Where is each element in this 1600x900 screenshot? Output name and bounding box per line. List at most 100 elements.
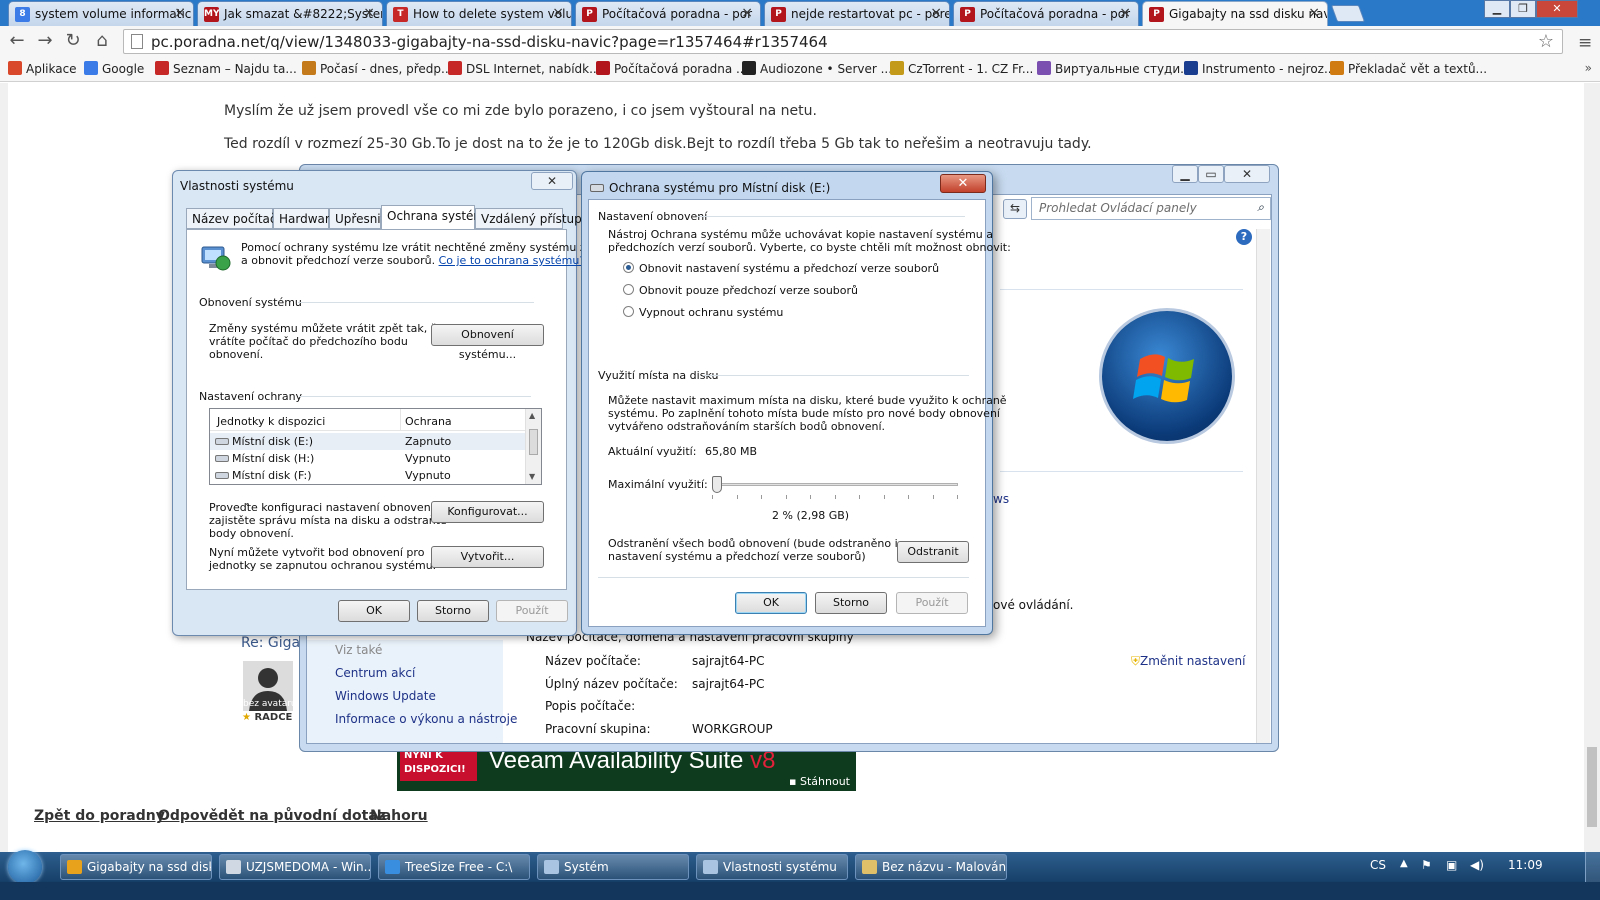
- volume-icon[interactable]: ◀): [1470, 858, 1484, 872]
- close-icon[interactable]: ×: [741, 5, 753, 21]
- help-link[interactable]: Co je to ochrana systému?: [439, 254, 586, 267]
- performance-link[interactable]: Informace o výkonu a nástroje: [335, 712, 517, 726]
- maximize-icon[interactable]: ❐: [1510, 0, 1536, 18]
- bookmark-star-icon[interactable]: ☆: [1538, 31, 1554, 52]
- scroll-thumb[interactable]: [1587, 747, 1597, 827]
- scroll-down-icon[interactable]: ▼: [529, 472, 535, 481]
- network-icon[interactable]: ▣: [1446, 858, 1457, 872]
- flag-icon[interactable]: ⚑: [1421, 858, 1432, 872]
- address-bar[interactable]: pc.poradna.net/q/view/1348033-gigabajty-…: [123, 29, 1563, 54]
- taskbar-item[interactable]: UZJSMEDOMA - Win...: [219, 854, 371, 880]
- browser-tab[interactable]: P Počítačová poradna - por ×: [575, 1, 761, 26]
- radio-label[interactable]: Obnovit nastavení systému a předchozí ve…: [639, 262, 939, 275]
- cancel-button[interactable]: Storno: [815, 592, 887, 614]
- ok-button[interactable]: OK: [735, 592, 807, 614]
- radio-label[interactable]: Obnovit pouze předchozí verze souborů: [639, 284, 858, 297]
- show-desktop-button[interactable]: [1585, 852, 1600, 882]
- start-button[interactable]: [8, 850, 42, 884]
- close-icon[interactable]: ×: [363, 5, 375, 21]
- clock[interactable]: 11:09: [1508, 858, 1543, 872]
- new-tab-button[interactable]: [1330, 5, 1366, 22]
- cp-link-fragment[interactable]: ws: [993, 492, 1009, 506]
- ad-download-link[interactable]: ▪ Stáhnout: [789, 775, 850, 788]
- create-button[interactable]: Vytvořit...: [431, 546, 544, 568]
- bookmark-item[interactable]: DSL Internet, nabídk...: [448, 61, 601, 76]
- radio-label[interactable]: Vypnout ochranu systému: [639, 306, 783, 319]
- search-input[interactable]: Prohledat Ovládací panely ⌕: [1031, 197, 1271, 220]
- ok-button[interactable]: OK: [338, 600, 410, 622]
- max-usage-slider[interactable]: [712, 483, 958, 486]
- help-icon[interactable]: ?: [1236, 229, 1252, 245]
- list-scrollbar[interactable]: ▲ ▼: [525, 409, 541, 484]
- forward-icon[interactable]: →: [34, 31, 56, 51]
- home-icon[interactable]: ⌂: [91, 31, 113, 51]
- top-link[interactable]: Nahoru: [370, 808, 428, 824]
- close-icon[interactable]: ✕: [531, 172, 573, 190]
- column-header[interactable]: Jednotky k dispozici: [217, 415, 325, 428]
- taskbar-item[interactable]: Vlastnosti systému: [696, 854, 848, 880]
- bookmark-item[interactable]: Překladač vět a textů...: [1330, 61, 1487, 76]
- browser-tab[interactable]: Pnejde restartovat pc - pore ×: [764, 1, 950, 26]
- minimize-icon[interactable]: ▁: [1172, 165, 1198, 183]
- windows-update-link[interactable]: Windows Update: [335, 689, 436, 703]
- close-icon[interactable]: ×: [930, 5, 942, 21]
- slider-thumb[interactable]: [712, 476, 722, 493]
- cancel-button[interactable]: Storno: [417, 600, 489, 622]
- scroll-thumb[interactable]: [529, 429, 538, 455]
- close-icon[interactable]: ×: [174, 5, 186, 21]
- reply-original-link[interactable]: Odpovědět na původní dotaz: [158, 808, 386, 824]
- close-icon[interactable]: ×: [1119, 5, 1131, 21]
- bookmark-item[interactable]: Audiozone • Server ...: [742, 61, 892, 76]
- taskbar-item[interactable]: Gigabajty na ssd disk...: [60, 854, 212, 880]
- bookmark-item[interactable]: Google: [84, 61, 144, 76]
- radio-restore-all[interactable]: [623, 262, 634, 273]
- change-settings-link[interactable]: ⛨Změnit nastavení: [1131, 654, 1245, 669]
- scroll-up-icon[interactable]: ▲: [529, 411, 535, 420]
- maximize-icon[interactable]: ▭: [1198, 165, 1224, 183]
- back-link[interactable]: Zpět do poradny: [34, 808, 165, 824]
- bookmark-item[interactable]: CzTorrent - 1. CZ Fr...: [890, 61, 1033, 76]
- browser-tab[interactable]: T How to delete system volu ×: [386, 1, 572, 26]
- bookmark-item[interactable]: Instrumento - nejroz...: [1184, 61, 1335, 76]
- bookmark-item[interactable]: Виртуальные студи...: [1037, 61, 1192, 76]
- taskbar-item[interactable]: Bez názvu - Malování: [855, 854, 1007, 880]
- drives-list[interactable]: Jednotky k dispozici Ochrana Místní disk…: [209, 408, 542, 485]
- close-icon[interactable]: ✕: [1224, 165, 1270, 183]
- tab-computer-name[interactable]: Název počítače: [186, 208, 284, 229]
- radio-turn-off[interactable]: [623, 306, 634, 317]
- menu-icon[interactable]: ≡: [1578, 33, 1592, 53]
- list-item[interactable]: Místní disk (F:) Vypnuto: [210, 467, 526, 484]
- more-bookmarks-icon[interactable]: »: [1585, 61, 1592, 75]
- radio-restore-files[interactable]: [623, 284, 634, 295]
- language-indicator[interactable]: CS: [1370, 858, 1386, 872]
- bookmark-item[interactable]: Aplikace: [8, 61, 77, 76]
- close-icon[interactable]: ✕: [940, 174, 986, 193]
- back-icon[interactable]: ←: [6, 31, 28, 51]
- browser-tab[interactable]: P Počítačová poradna - por ×: [953, 1, 1139, 26]
- page-scrollbar[interactable]: [1584, 83, 1600, 852]
- tray-expand-icon[interactable]: ▲: [1400, 858, 1408, 869]
- column-header[interactable]: Ochrana: [405, 415, 452, 428]
- configure-button[interactable]: Konfigurovat...: [431, 501, 544, 523]
- browser-tab-active[interactable]: P Gigabajty na ssd disku nav ×: [1142, 1, 1328, 27]
- list-item[interactable]: Místní disk (E:) Zapnuto: [210, 433, 526, 450]
- tab-advanced[interactable]: Upřesnit: [329, 208, 385, 229]
- cp-scrollbar[interactable]: [1256, 229, 1270, 743]
- close-icon[interactable]: ×: [1308, 5, 1320, 21]
- tab-remote[interactable]: Vzdálený přístup: [475, 208, 582, 229]
- delete-button[interactable]: Odstranit: [897, 541, 969, 563]
- taskbar-item[interactable]: TreeSize Free - C:\: [378, 854, 530, 880]
- refresh-icon[interactable]: ⇆: [1003, 199, 1027, 219]
- action-center-link[interactable]: Centrum akcí: [335, 666, 415, 680]
- bookmark-item[interactable]: Počasí - dnes, předp...: [302, 61, 452, 76]
- list-item[interactable]: Místní disk (H:) Vypnuto: [210, 450, 526, 467]
- tab-system-protection[interactable]: Ochrana systému: [381, 205, 493, 230]
- tab-hardware[interactable]: Hardware: [273, 208, 337, 229]
- close-icon[interactable]: ×: [552, 5, 564, 21]
- minimize-icon[interactable]: ▁: [1484, 0, 1510, 18]
- reload-icon[interactable]: ↻: [62, 31, 84, 51]
- system-restore-button[interactable]: Obnovení systému...: [431, 324, 544, 361]
- browser-tab[interactable]: MY Jak smazat &#8222;Syster ×: [197, 1, 383, 26]
- close-window-icon[interactable]: ✕: [1536, 0, 1578, 18]
- bookmark-item[interactable]: Počítačová poradna ...: [596, 61, 747, 76]
